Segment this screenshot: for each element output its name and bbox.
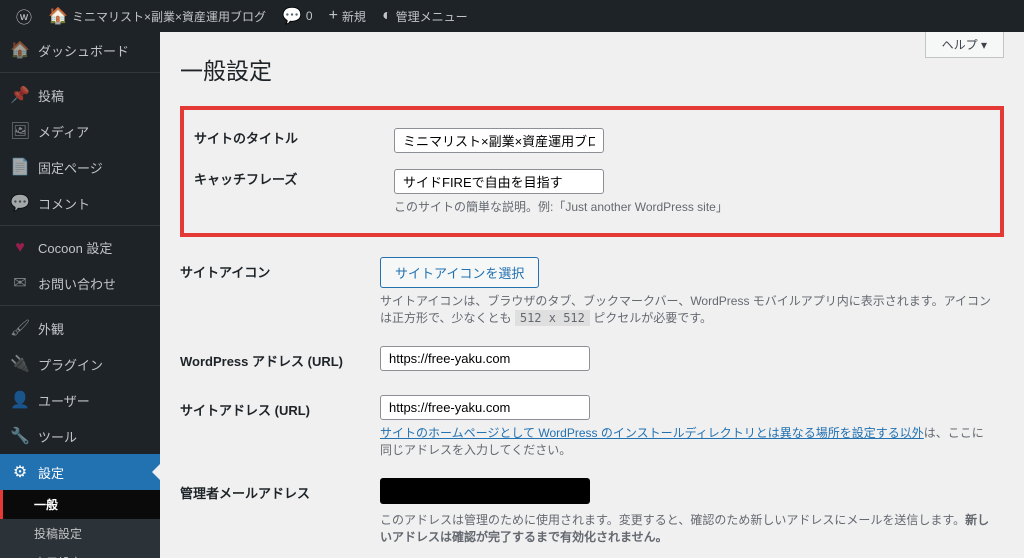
- user-icon: 👤: [10, 390, 30, 410]
- sidebar-item-media[interactable]: 🖼メディア: [0, 113, 160, 149]
- sidebar-item-comments[interactable]: 💬コメント: [0, 185, 160, 221]
- topbar-site-name[interactable]: 🏠ミニマリスト×副業×資産運用ブログ: [40, 0, 274, 32]
- gauge-icon: ◐: [382, 7, 392, 25]
- label-siteurl: サイトアドレス (URL): [180, 385, 380, 468]
- sidebar-item-posts[interactable]: 📌投稿: [0, 77, 160, 113]
- label-admin-email: 管理者メールアドレス: [180, 468, 380, 555]
- topbar-wp-logo[interactable]: ⓦ: [8, 0, 40, 32]
- sidebar-item-pages[interactable]: 📄固定ページ: [0, 149, 160, 185]
- sidebar-item-tools[interactable]: 🔧ツール: [0, 418, 160, 454]
- sidebar-item-plugins[interactable]: 🔌プラグイン: [0, 346, 160, 382]
- sidebar-item-cocoon[interactable]: ♥Cocoon 設定: [0, 230, 160, 265]
- link-siteurl-help[interactable]: サイトのホームページとして WordPress のインストールディレクトリとは異…: [380, 426, 924, 440]
- brush-icon: 🖌: [10, 318, 30, 338]
- topbar-admin-menu[interactable]: ◐管理メニュー: [374, 0, 476, 32]
- topbar-comments[interactable]: 💬0: [274, 0, 321, 32]
- wordpress-icon: ⓦ: [16, 4, 32, 28]
- pin-icon: 📌: [10, 85, 30, 105]
- heart-icon: ♥: [10, 239, 30, 257]
- wrench-icon: 🔧: [10, 426, 30, 446]
- page-icon: 📄: [10, 157, 30, 177]
- content-area: ヘルプ ▾ 一般設定 サイトのタイトル キャッチフレーズ このサイトの簡単な説明…: [160, 32, 1024, 558]
- sidebar-item-appearance[interactable]: 🖌外観: [0, 310, 160, 346]
- sidebar-item-settings[interactable]: ⚙設定: [0, 454, 160, 490]
- input-admin-email-redacted[interactable]: [380, 478, 590, 504]
- admin-topbar: ⓦ 🏠ミニマリスト×副業×資産運用ブログ 💬0 +新規 ◐管理メニュー: [0, 0, 1024, 32]
- desc-tagline: このサイトの簡単な説明。例:「Just another WordPress si…: [394, 198, 980, 215]
- button-select-site-icon[interactable]: サイトアイコンを選択: [380, 257, 539, 288]
- comment-icon: 💬: [282, 6, 302, 26]
- settings-submenu: 一般 投稿設定 表示設定 ディスカッション メディア パーマリンク プライバシー…: [0, 490, 160, 558]
- desc-site-icon: サイトアイコンは、ブラウザのタブ、ブックマークバー、WordPress モバイル…: [380, 292, 994, 326]
- mail-icon: ✉: [10, 273, 30, 293]
- home-icon: 🏠: [48, 6, 68, 26]
- dashboard-icon: 🏠: [10, 40, 30, 60]
- sidebar-item-contact[interactable]: ✉お問い合わせ: [0, 265, 160, 301]
- sidebar-item-dashboard[interactable]: 🏠ダッシュボード: [0, 32, 160, 68]
- plus-icon: +: [329, 7, 338, 25]
- input-siteurl[interactable]: [380, 395, 590, 420]
- submenu-item-general[interactable]: 一般: [0, 490, 160, 519]
- page-title: 一般設定: [180, 52, 1004, 86]
- label-site-icon: サイトアイコン: [180, 247, 380, 336]
- plug-icon: 🔌: [10, 354, 30, 374]
- submenu-item-writing[interactable]: 投稿設定: [0, 519, 160, 548]
- input-wpurl[interactable]: [380, 346, 590, 371]
- topbar-new[interactable]: +新規: [321, 0, 374, 32]
- media-icon: 🖼: [10, 121, 30, 141]
- admin-sidebar: 🏠ダッシュボード 📌投稿 🖼メディア 📄固定ページ 💬コメント ♥Cocoon …: [0, 32, 160, 558]
- label-site-title: サイトのタイトル: [194, 120, 394, 161]
- highlight-box: サイトのタイトル キャッチフレーズ このサイトの簡単な説明。例:「Just an…: [180, 106, 1004, 237]
- desc-admin-email: このアドレスは管理のために使用されます。変更すると、確認のため新しいアドレスにメ…: [380, 511, 994, 545]
- desc-siteurl: サイトのホームページとして WordPress のインストールディレクトリとは異…: [380, 424, 994, 458]
- sidebar-item-users[interactable]: 👤ユーザー: [0, 382, 160, 418]
- submenu-item-reading[interactable]: 表示設定: [0, 548, 160, 558]
- input-tagline[interactable]: [394, 169, 604, 194]
- comment-icon: 💬: [10, 193, 30, 213]
- gear-icon: ⚙: [10, 462, 30, 482]
- help-tab[interactable]: ヘルプ ▾: [925, 32, 1004, 58]
- input-site-title[interactable]: [394, 128, 604, 153]
- label-wpurl: WordPress アドレス (URL): [180, 336, 380, 385]
- label-tagline: キャッチフレーズ: [194, 161, 394, 223]
